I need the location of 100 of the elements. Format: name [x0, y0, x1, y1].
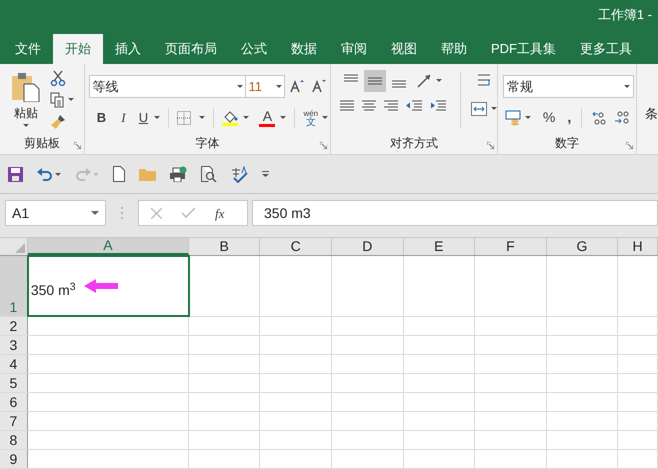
caret-icon[interactable]: [490, 107, 497, 110]
ribbon-tab[interactable]: PDF工具集: [479, 34, 568, 64]
name-box[interactable]: A1: [5, 200, 106, 226]
font-size-field[interactable]: 11: [246, 74, 286, 98]
cancel-icon[interactable]: [151, 208, 162, 219]
row-header[interactable]: 1: [0, 256, 28, 316]
merge-cells-icon[interactable]: [470, 102, 487, 116]
caret-icon: [624, 84, 630, 88]
column-header[interactable]: H: [618, 238, 658, 255]
redo-icon[interactable]: [75, 167, 91, 182]
window-title: 工作簿1 -: [598, 6, 652, 24]
clipboard-icon: [11, 72, 41, 102]
column-header[interactable]: D: [332, 238, 404, 255]
ribbon-tab[interactable]: 插入: [103, 34, 153, 64]
decrease-decimal-icon[interactable]: [614, 110, 630, 125]
formula-input[interactable]: 350 m3: [252, 200, 658, 226]
align-right-icon[interactable]: [384, 100, 398, 112]
align-left-icon[interactable]: [340, 100, 354, 112]
ribbon-tab[interactable]: 数据: [279, 34, 329, 64]
caret-icon[interactable]: [154, 116, 160, 120]
caret-icon[interactable]: [524, 116, 531, 120]
bold-button[interactable]: B: [91, 108, 112, 128]
font-name-field[interactable]: 等线: [89, 74, 246, 98]
row-header[interactable]: 8: [0, 431, 28, 449]
copy-icon[interactable]: [50, 92, 64, 108]
group-label: 剪贴板: [24, 134, 60, 152]
underline-button[interactable]: U: [135, 108, 152, 128]
caret-icon[interactable]: [436, 79, 442, 82]
number-format-field[interactable]: 常规: [502, 74, 634, 98]
ribbon-tab[interactable]: 页面布局: [153, 34, 229, 64]
scissors-icon[interactable]: [50, 70, 66, 86]
fill-color-icon[interactable]: [222, 110, 238, 126]
column-header[interactable]: B: [188, 238, 260, 255]
decrease-font-size-icon[interactable]: [312, 79, 326, 94]
row-header[interactable]: 3: [0, 336, 28, 354]
ribbon-label: 条: [645, 106, 658, 121]
caret-icon[interactable]: [55, 172, 61, 176]
increase-indent-icon[interactable]: [430, 100, 446, 112]
group-label: 字体: [196, 134, 220, 152]
drag-handle-icon[interactable]: [121, 207, 123, 220]
checkmark-icon[interactable]: [182, 208, 195, 218]
align-center-icon[interactable]: [362, 100, 376, 112]
decrease-indent-icon[interactable]: [406, 100, 422, 112]
borders-icon[interactable]: [177, 110, 192, 125]
caret-icon[interactable]: [68, 98, 74, 102]
caret-icon[interactable]: [280, 116, 286, 120]
dialog-launcher-icon[interactable]: [626, 142, 633, 149]
annotation-arrow: [84, 279, 118, 295]
group-label: 对齐方式: [390, 134, 438, 152]
undo-icon[interactable]: [37, 167, 53, 182]
italic-button[interactable]: I: [113, 108, 134, 128]
ribbon-tab[interactable]: 文件: [3, 34, 53, 64]
column-header[interactable]: C: [260, 238, 332, 255]
row-header[interactable]: 4: [0, 355, 28, 373]
row-header[interactable]: 7: [0, 412, 28, 430]
dialog-launcher-icon[interactable]: [74, 142, 82, 149]
row-header[interactable]: 6: [0, 393, 28, 411]
align-lines-icon[interactable]: [364, 70, 386, 92]
percent-button[interactable]: %: [542, 107, 556, 128]
paste-button[interactable]: 粘贴: [6, 72, 46, 132]
caret-icon: [237, 84, 244, 88]
currency-icon[interactable]: [504, 110, 523, 126]
row-header[interactable]: 2: [0, 317, 28, 335]
caret-icon[interactable]: [322, 116, 328, 120]
increase-decimal-icon[interactable]: [592, 110, 608, 125]
column-header[interactable]: E: [404, 238, 476, 255]
group-label: 数字: [554, 134, 579, 152]
caret-icon[interactable]: [243, 116, 250, 120]
font-color-button[interactable]: A: [259, 108, 276, 127]
phonetic-guide-button[interactable]: wén 文: [303, 108, 318, 127]
ribbon-tab[interactable]: 帮助: [429, 34, 479, 64]
ribbon-tab[interactable]: 开始: [53, 34, 103, 64]
print-preview-icon[interactable]: [201, 166, 217, 182]
caret-icon: [91, 211, 99, 216]
insert-function-button[interactable]: fx: [215, 204, 224, 224]
column-header[interactable]: A: [28, 238, 189, 255]
paintbrush-icon[interactable]: [50, 114, 66, 130]
dialog-launcher-icon[interactable]: [320, 142, 327, 149]
column-header[interactable]: G: [546, 238, 618, 255]
column-header[interactable]: F: [475, 238, 547, 255]
save-icon[interactable]: [8, 166, 23, 182]
comma-button[interactable]: ,: [567, 107, 572, 128]
select-all-icon[interactable]: [14, 243, 25, 253]
increase-font-size-icon[interactable]: [290, 79, 304, 94]
row-header[interactable]: 9: [0, 450, 28, 468]
caret-icon: [276, 84, 282, 88]
ribbon-tab[interactable]: 更多工具: [568, 34, 644, 64]
new-document-icon[interactable]: [113, 166, 125, 182]
spelling-check-icon[interactable]: [231, 166, 248, 183]
ribbon-tab[interactable]: 审阅: [329, 34, 379, 64]
caret-icon: [23, 124, 29, 127]
folder-icon[interactable]: [139, 167, 156, 182]
printer-icon[interactable]: [170, 166, 187, 182]
caret-icon[interactable]: [199, 116, 206, 120]
table-cell[interactable]: 350 m$^{3}$: [28, 256, 189, 316]
dialog-launcher-icon[interactable]: [486, 142, 494, 149]
ribbon-tab[interactable]: 视图: [379, 34, 429, 64]
customize-toolbar-icon[interactable]: [262, 171, 269, 178]
row-header[interactable]: 5: [0, 374, 28, 392]
ribbon-tab[interactable]: 公式: [229, 34, 279, 64]
